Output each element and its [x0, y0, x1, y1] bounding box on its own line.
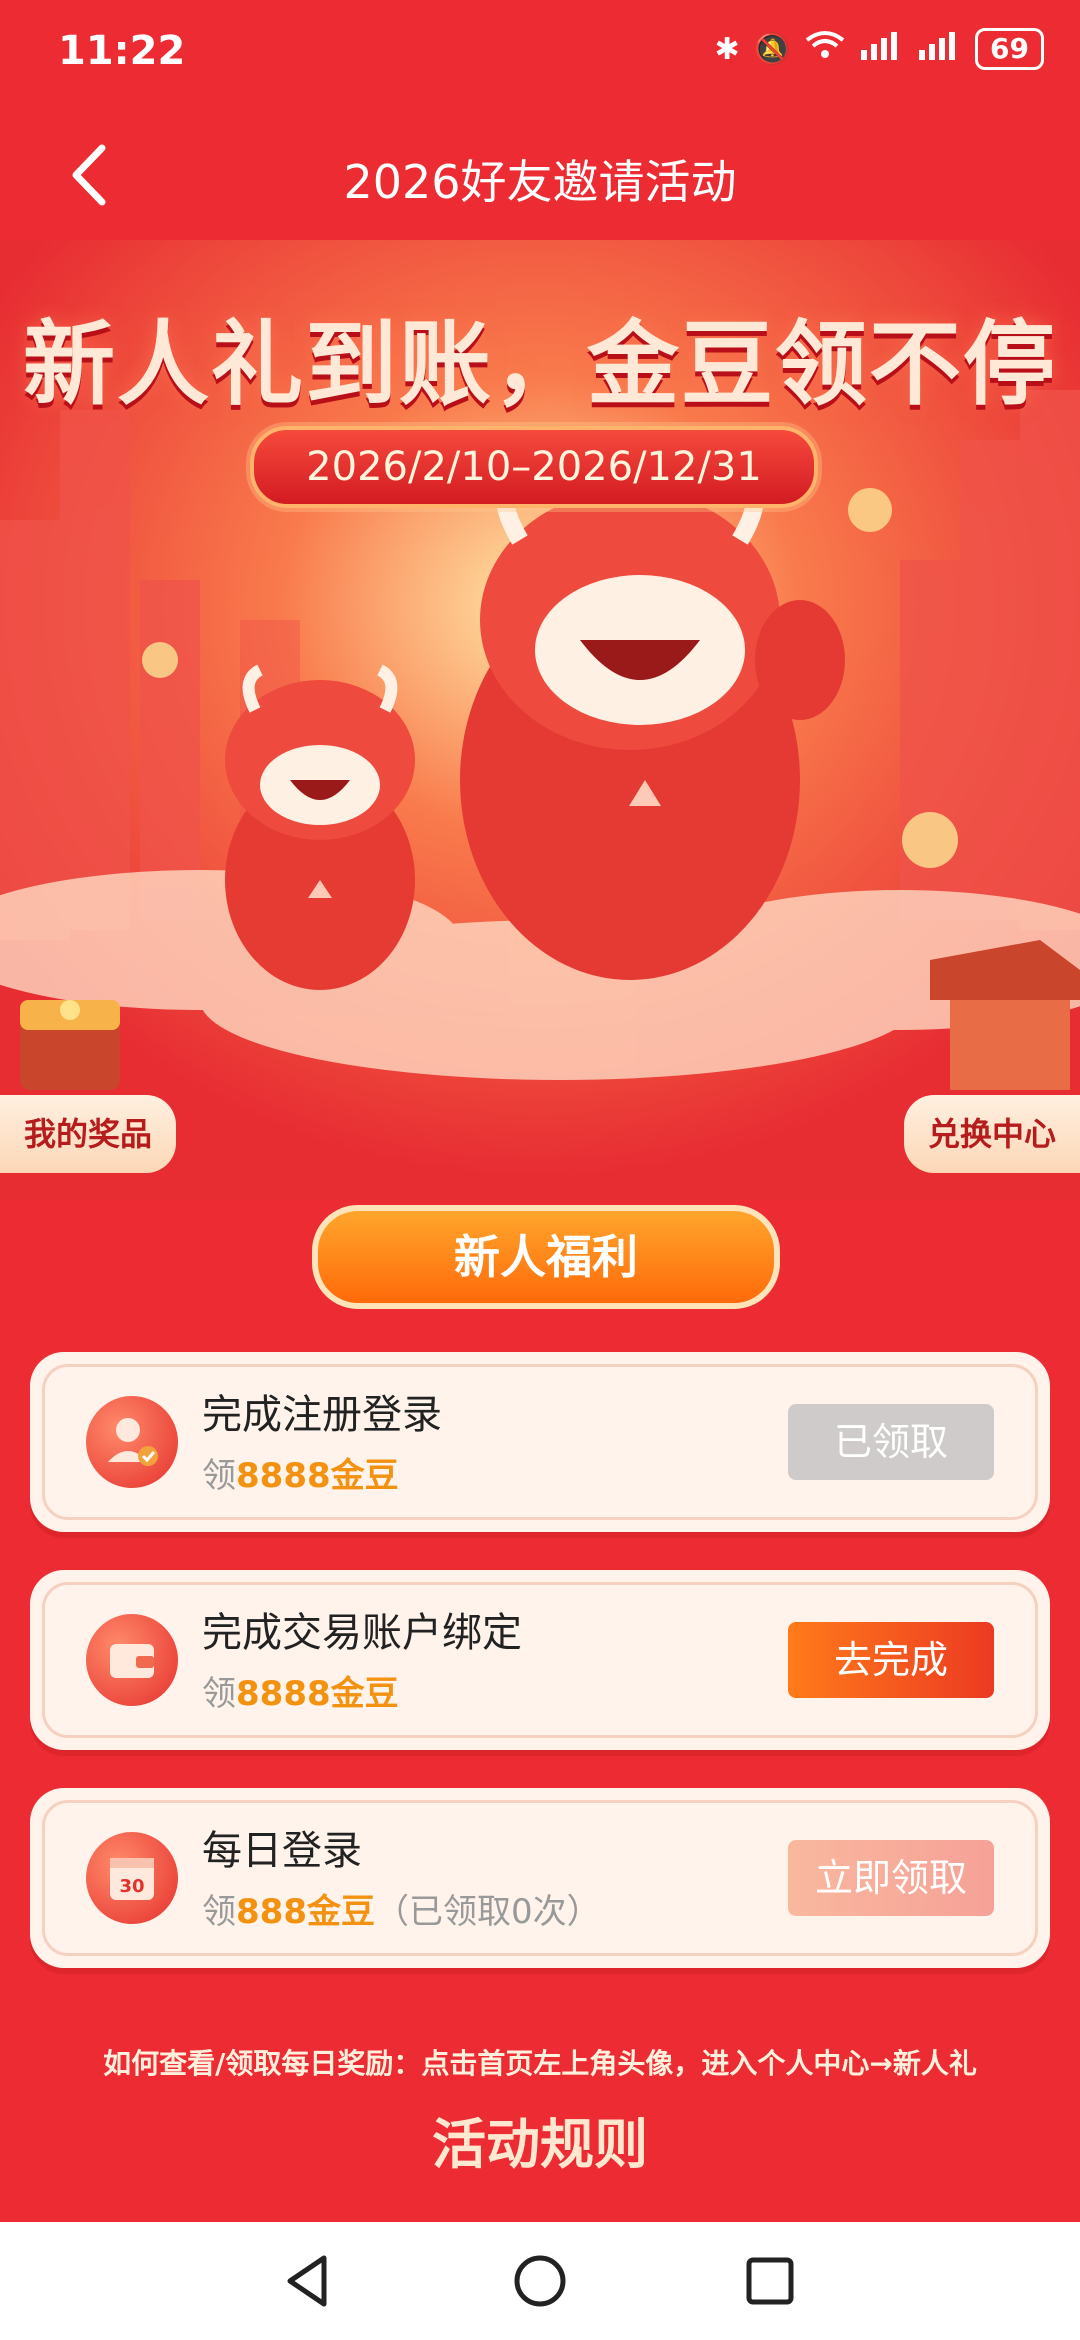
status-time: 11:22 — [58, 28, 186, 74]
task-title: 每日登录 — [202, 1828, 362, 1874]
nav-back-icon[interactable] — [274, 2246, 344, 2316]
hero-headline: 新人礼到账，金豆领不停 — [22, 311, 1057, 418]
pavilion-illustration — [930, 940, 1080, 1090]
task-card-bind-account: 完成交易账户绑定 领8888金豆 去完成 — [30, 1570, 1050, 1750]
status-bar: 11:22 ✱ 🔕 69 — [0, 0, 1080, 110]
treasure-chest-illustration — [20, 1000, 120, 1090]
app-bar: 2026好友邀请活动 — [0, 110, 1080, 240]
wifi-icon — [805, 30, 845, 68]
signal-icon — [859, 30, 903, 68]
task-reward: 领8888金豆 — [202, 1456, 399, 1496]
hero-banner: 新人礼到账，金豆领不停 2026/2/10–2026/12/31 我的奖品 兑换… — [0, 240, 1080, 1200]
claim-now-button[interactable]: 立即领取 — [788, 1840, 994, 1916]
battery-indicator: 69 — [975, 28, 1044, 70]
my-prizes-button[interactable]: 我的奖品 — [0, 1095, 177, 1173]
task-card-register: 完成注册登录 领8888金豆 已领取 — [30, 1352, 1050, 1532]
date-range-badge: 2026/2/10–2026/12/31 — [250, 426, 818, 508]
user-check-icon — [86, 1396, 178, 1488]
activity-rules-title: 活动规则 — [432, 2113, 648, 2176]
task-reward: 领8888金豆 — [202, 1674, 399, 1714]
nav-recents-icon[interactable] — [735, 2246, 805, 2316]
status-icons: ✱ 🔕 69 — [715, 28, 1044, 70]
claimed-button[interactable]: 已领取 — [788, 1404, 994, 1480]
nav-home-icon[interactable] — [505, 2246, 575, 2316]
task-title: 完成注册登录 — [202, 1392, 442, 1438]
calf-mascot — [225, 664, 415, 990]
signal-icon-2 — [917, 30, 961, 68]
exchange-center-button[interactable]: 兑换中心 — [903, 1095, 1080, 1173]
system-nav-bar — [0, 2222, 1080, 2340]
task-reward: 领888金豆（已领取0次） — [202, 1892, 601, 1932]
mute-icon: 🔕 — [753, 31, 792, 67]
page-title: 2026好友邀请活动 — [343, 155, 737, 209]
wallet-icon — [86, 1614, 178, 1706]
go-complete-button[interactable]: 去完成 — [788, 1622, 994, 1698]
task-title: 完成交易账户绑定 — [202, 1610, 522, 1656]
svg-text:30: 30 — [119, 1876, 144, 1897]
task-card-daily-login: 30 每日登录 领888金豆（已领取0次） 立即领取 — [30, 1788, 1050, 1968]
section-title-newcomer-benefits: 新人福利 — [312, 1205, 780, 1309]
calendar-icon: 30 — [86, 1832, 178, 1924]
bluetooth-icon: ✱ — [714, 31, 740, 67]
daily-reward-hint: 如何查看/领取每日奖励：点击首页左上角头像，进入个人中心→新人礼 — [103, 2047, 977, 2080]
